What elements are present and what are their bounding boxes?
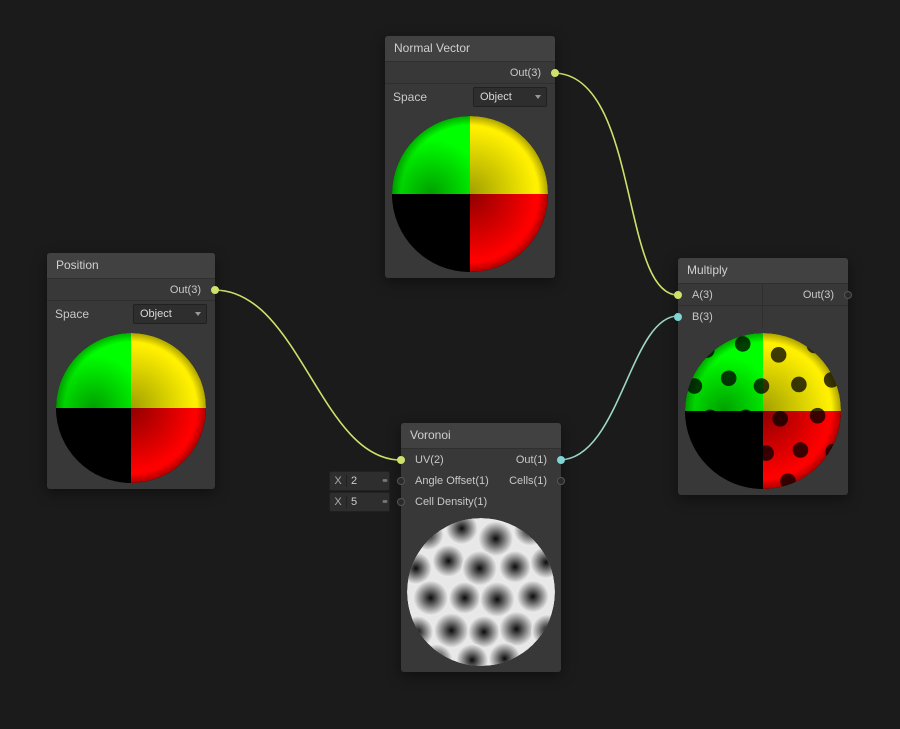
node-position-space-row: Space Object [47, 300, 215, 327]
node-position-preview [47, 327, 215, 489]
node-multiply[interactable]: Multiply A(3) Out(3) B(3) [678, 258, 848, 495]
label-multiply-a: A(3) [678, 289, 713, 301]
cell-multiply-empty [763, 305, 848, 327]
cell-multiply-a: A(3) [678, 283, 763, 305]
port-voronoi-cells[interactable] [557, 477, 565, 485]
node-normal-header[interactable]: Normal Vector [385, 36, 555, 61]
wire-voronoi-to-multiply [559, 316, 678, 460]
port-voronoi-angle[interactable] [397, 477, 405, 485]
float-value-angle[interactable]: 2 [347, 475, 379, 487]
preview-normal-sphere [392, 116, 548, 272]
node-normal-space-row: Space Object [385, 83, 555, 110]
preview-voronoi [407, 518, 555, 666]
label-voronoi-out: Out(1) [516, 454, 561, 466]
cell-multiply-b: B(3) [678, 305, 763, 327]
node-position-space-label: Space [55, 307, 89, 321]
port-multiply-out[interactable] [844, 291, 852, 299]
port-position-out[interactable] [211, 286, 219, 294]
node-voronoi-title: Voronoi [410, 428, 451, 442]
node-position-header[interactable]: Position [47, 253, 215, 278]
drag-handle-icon[interactable]: •• [379, 475, 389, 487]
node-normal-preview [385, 110, 555, 278]
port-normal-out[interactable] [551, 69, 559, 77]
node-normal-space-label: Space [393, 90, 427, 104]
node-position-out-label: Out(3) [170, 284, 215, 296]
node-multiply-preview [678, 327, 848, 495]
label-voronoi-cells: Cells(1) [509, 475, 561, 487]
port-voronoi-uv[interactable] [397, 456, 405, 464]
node-position-out-row: Out(3) [47, 278, 215, 300]
node-normal-out-label: Out(3) [510, 67, 555, 79]
label-multiply-b: B(3) [678, 311, 713, 323]
float-value-density[interactable]: 5 [347, 496, 379, 508]
dropdown-position-space[interactable]: Object [133, 304, 207, 324]
node-voronoi-preview [401, 512, 561, 672]
node-normal[interactable]: Normal Vector Out(3) Space Object [385, 36, 555, 278]
node-position-title: Position [56, 258, 99, 272]
node-voronoi[interactable]: Voronoi UV(2) Out(1) Angle Offset(1) Cel… [401, 423, 561, 672]
node-voronoi-row1: UV(2) Out(1) [401, 448, 561, 470]
preview-position-sphere [56, 333, 206, 483]
wire-normal-to-multiply [553, 73, 678, 295]
port-multiply-b[interactable] [674, 313, 682, 321]
node-normal-title: Normal Vector [394, 41, 470, 55]
label-voronoi-angle: Angle Offset(1) [401, 475, 489, 487]
node-multiply-io: A(3) Out(3) B(3) [678, 283, 848, 327]
port-multiply-a[interactable] [674, 291, 682, 299]
node-voronoi-row3: Cell Density(1) [401, 491, 561, 512]
cell-multiply-out: Out(3) [763, 283, 848, 305]
label-voronoi-uv: UV(2) [401, 454, 444, 466]
drag-handle-icon[interactable]: •• [379, 496, 389, 508]
node-voronoi-header[interactable]: Voronoi [401, 423, 561, 448]
port-voronoi-out[interactable] [557, 456, 565, 464]
label-voronoi-density: Cell Density(1) [401, 496, 487, 508]
float-prefix-density: X [330, 496, 347, 508]
node-voronoi-row2: Angle Offset(1) Cells(1) [401, 470, 561, 491]
float-prefix-angle: X [330, 475, 347, 487]
dropdown-normal-space[interactable]: Object [473, 87, 547, 107]
label-multiply-out: Out(3) [803, 289, 848, 301]
port-voronoi-density[interactable] [397, 498, 405, 506]
node-multiply-header[interactable]: Multiply [678, 258, 848, 283]
node-position[interactable]: Position Out(3) Space Object [47, 253, 215, 489]
preview-multiply [685, 333, 841, 489]
node-normal-out-row: Out(3) [385, 61, 555, 83]
node-multiply-title: Multiply [687, 263, 728, 277]
float-input-density[interactable]: X 5 •• [329, 492, 390, 512]
wire-position-to-voronoi [214, 290, 401, 460]
float-input-angle[interactable]: X 2 •• [329, 471, 390, 491]
